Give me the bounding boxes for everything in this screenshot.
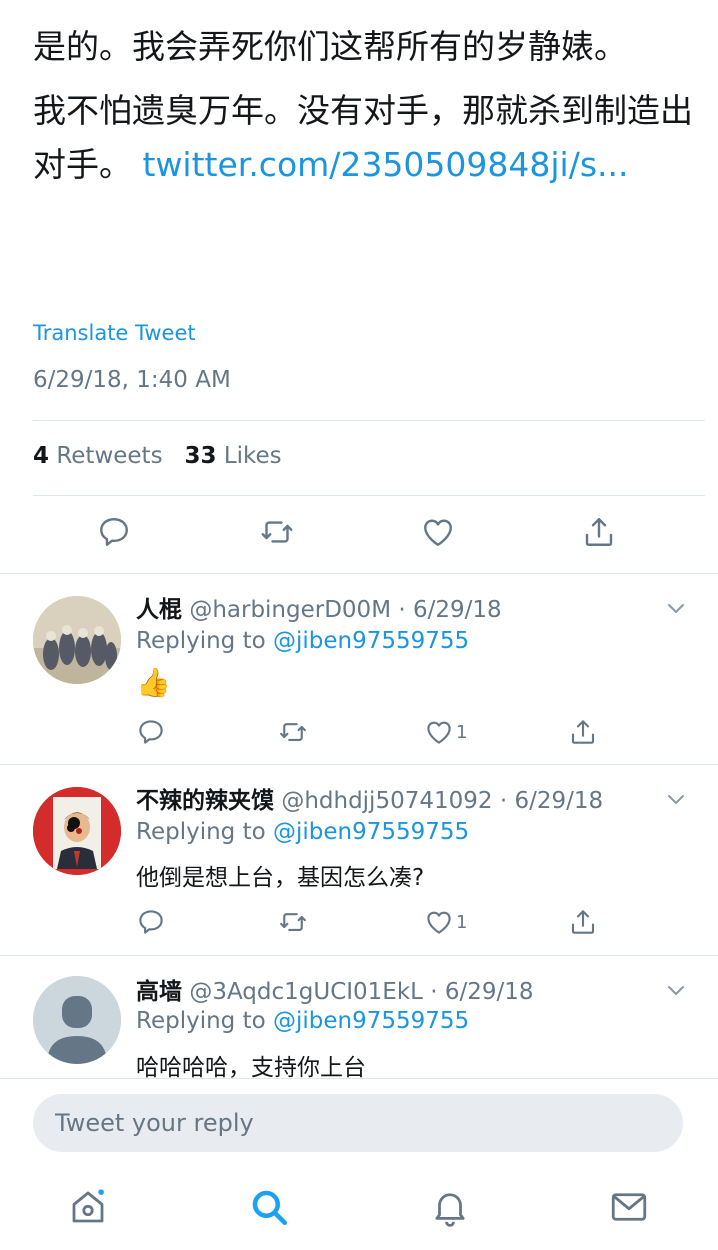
retweet-icon (261, 521, 293, 543)
handle-and-date: @harbingerD00M · 6/29/18 (189, 597, 502, 623)
replying-to-label: Replying to (136, 1008, 273, 1034)
reply-button[interactable] (136, 716, 166, 748)
like-button[interactable]: 1 (424, 716, 467, 748)
share-button[interactable] (577, 510, 621, 554)
retweet-button[interactable] (278, 906, 308, 938)
tweet-link[interactable]: twitter.com/2350509848ji/s... (143, 145, 629, 184)
avatar[interactable] (33, 976, 121, 1064)
reply-icon (139, 910, 163, 934)
likes-stat[interactable]: 33 Likes (185, 443, 282, 469)
divider (33, 495, 705, 496)
divider (33, 420, 705, 421)
tweet-text: 是的。我会弄死你们这帮所有的岁静婊。 我不怕遗臭万年。没有对手，那就杀到制造出对… (33, 20, 693, 192)
tweet-line-1: 是的。我会弄死你们这帮所有的岁静婊。 (33, 27, 627, 66)
likes-label: Likes (223, 443, 282, 469)
tweet-line-2: 我不怕遗臭万年。没有对手，那就杀到制造出对手。 twitter.com/2350… (33, 84, 693, 192)
avatar[interactable] (33, 596, 121, 684)
replying-to: Replying to @jiben97559755 (136, 819, 469, 845)
handle-and-date: @hdhdjj50741092 · 6/29/18 (281, 788, 604, 814)
reply-button[interactable] (92, 510, 136, 554)
display-name[interactable]: 人棍 (136, 597, 182, 623)
replying-to: Replying to @jiben97559755 (136, 628, 469, 654)
replying-to-label: Replying to (136, 819, 273, 845)
reply-icon (100, 518, 128, 546)
tweet-reply-input[interactable] (33, 1094, 683, 1152)
display-name[interactable]: 不辣的辣夹馍 (136, 788, 274, 814)
reply-header: 人棍 @harbingerD00M · 6/29/18 (136, 590, 502, 624)
avatar-image (33, 596, 121, 684)
heart-icon (427, 721, 451, 744)
chevron-down-icon[interactable] (664, 596, 688, 620)
home-icon (72, 1189, 104, 1223)
share-icon (585, 518, 613, 546)
share-button[interactable] (568, 906, 598, 938)
retweet-button[interactable] (278, 716, 308, 748)
translate-tweet-link[interactable]: Translate Tweet (33, 321, 196, 345)
like-count: 1 (456, 911, 468, 933)
like-button[interactable] (416, 510, 460, 554)
replying-to-label: Replying to (136, 628, 273, 654)
reply-item[interactable]: 高墙 @3Aqdc1gUCI01EkL · 6/29/18 Replying t… (0, 956, 718, 1078)
replying-to-handle[interactable]: @jiben97559755 (273, 819, 469, 845)
reply-compose-box[interactable] (33, 1094, 683, 1152)
tweet-timestamp: 6/29/18, 1:40 AM (33, 367, 231, 393)
reply-icon (139, 720, 163, 744)
retweets-count: 4 (33, 443, 50, 469)
share-button[interactable] (568, 716, 598, 748)
avatar-image (33, 787, 121, 875)
tab-messages[interactable] (604, 1182, 654, 1232)
reply-text: 哈哈哈哈，支持你上台 (136, 1055, 366, 1078)
mail-icon (611, 1193, 647, 1221)
bell-icon (435, 1193, 465, 1227)
retweet-icon (280, 723, 306, 741)
reply-action-bar: 1 (136, 716, 616, 748)
like-count: 1 (456, 721, 468, 743)
handle-and-date: @3Aqdc1gUCI01EkL · 6/29/18 (189, 979, 534, 1005)
retweets-stat[interactable]: 4 Retweets (33, 443, 163, 469)
tweet-action-bar (0, 510, 718, 562)
tweet-stats: 4 Retweets 33 Likes (33, 443, 282, 469)
reply-text: 他倒是想上台，基因怎么凑? (136, 865, 425, 891)
likes-count: 33 (184, 443, 217, 469)
reply-action-bar: 1 (136, 906, 616, 938)
chevron-down-icon[interactable] (664, 787, 688, 811)
replying-to-handle[interactable]: @jiben97559755 (273, 628, 469, 654)
tab-home[interactable] (63, 1182, 113, 1232)
replying-to-handle[interactable]: @jiben97559755 (273, 1008, 469, 1034)
search-icon (252, 1190, 288, 1226)
reply-header: 不辣的辣夹馍 @hdhdjj50741092 · 6/29/18 (136, 781, 603, 815)
reply-header: 高墙 @3Aqdc1gUCI01EkL · 6/29/18 (136, 972, 534, 1006)
tab-search[interactable] (244, 1182, 294, 1232)
bottom-tab-bar (0, 1168, 718, 1250)
replying-to: Replying to @jiben97559755 (136, 1008, 469, 1034)
reply-item[interactable]: 不辣的辣夹馍 @hdhdjj50741092 · 6/29/18 Replyin… (0, 765, 718, 955)
heart-icon (424, 519, 452, 546)
retweets-label: Retweets (56, 443, 163, 469)
heart-icon (427, 911, 451, 934)
reply-button[interactable] (136, 906, 166, 938)
default-avatar-icon (33, 976, 121, 1064)
display-name[interactable]: 高墙 (136, 979, 182, 1005)
share-icon (571, 910, 595, 934)
share-icon (571, 720, 595, 744)
chevron-down-icon[interactable] (664, 978, 688, 1002)
divider (0, 1078, 718, 1079)
retweet-icon (280, 913, 306, 931)
avatar[interactable] (33, 787, 121, 875)
reply-item[interactable]: 人棍 @harbingerD00M · 6/29/18 Replying to … (0, 574, 718, 764)
retweet-button[interactable] (255, 510, 299, 554)
like-button[interactable]: 1 (424, 906, 467, 938)
reply-text: 👍 (136, 666, 171, 699)
tab-notifications[interactable] (425, 1182, 475, 1232)
